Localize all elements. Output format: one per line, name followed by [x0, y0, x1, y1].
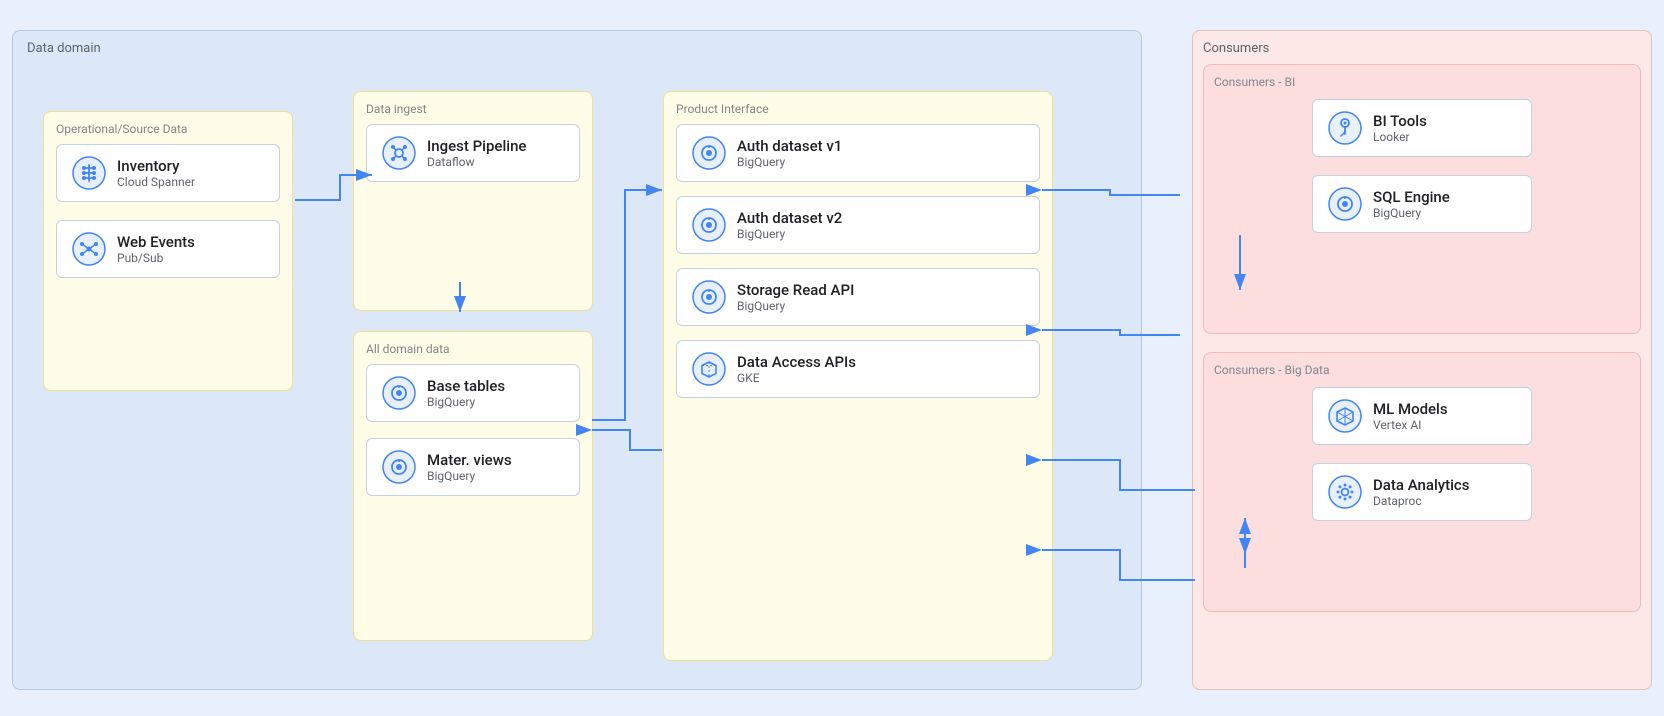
bi-tools-title: BI Tools [1373, 112, 1427, 130]
data-analytics-subtitle: Dataproc [1373, 494, 1469, 508]
consumers-outer-panel: Consumers Consumers - BI [1192, 30, 1652, 690]
data-analytics-title: Data Analytics [1373, 476, 1469, 494]
consumers-bi-panel: Consumers - BI [1203, 64, 1641, 334]
data-access-apis-subtitle: GKE [737, 371, 856, 385]
op-source-panel: Operational/Source Data [43, 111, 293, 391]
cloud-spanner-icon [71, 155, 107, 191]
ingest-pipeline-subtitle: Dataflow [427, 155, 526, 169]
pubsub-icon [71, 231, 107, 267]
web-events-node: Web Events Pub/Sub [56, 220, 280, 278]
storage-read-title: Storage Read API [737, 281, 854, 299]
auth-dataset-v1-node: Auth dataset v1 BigQuery [676, 124, 1040, 182]
bigdata-nodes-container: ML Models Vertex AI [1214, 387, 1630, 521]
mater-views-node: Mater. views BigQuery [366, 438, 580, 496]
web-events-title: Web Events [117, 233, 195, 251]
dataproc-icon [1327, 474, 1363, 510]
storage-read-subtitle: BigQuery [737, 299, 854, 313]
data-ingest-panel: Data ingest [353, 91, 593, 311]
auth-v1-title: Auth dataset v1 [737, 137, 842, 155]
consumers-bigdata-label: Consumers - Big Data [1214, 363, 1630, 377]
data-domain-label: Data domain [27, 41, 101, 56]
data-access-apis-title: Data Access APIs [737, 353, 856, 371]
looker-icon [1327, 110, 1363, 146]
consumers-label: Consumers [1203, 41, 1641, 56]
inventory-subtitle: Cloud Spanner [117, 175, 195, 189]
op-source-label: Operational/Source Data [56, 122, 280, 136]
all-domain-panel: All domain data Base tables BigQuery [353, 331, 593, 641]
auth-dataset-v2-node: Auth dataset v2 BigQuery [676, 196, 1040, 254]
base-tables-bigquery-icon [381, 375, 417, 411]
mater-views-subtitle: BigQuery [427, 469, 512, 483]
bi-nodes-container: BI Tools Looker SQL Engine BigQuery [1214, 99, 1630, 233]
dataflow-icon [381, 135, 417, 171]
ml-models-subtitle: Vertex AI [1373, 418, 1448, 432]
base-tables-node: Base tables BigQuery [366, 364, 580, 422]
consumers-bigdata-panel: Consumers - Big Data [1203, 352, 1641, 612]
storage-read-api-node: Storage Read API BigQuery [676, 268, 1040, 326]
mater-views-bigquery-icon [381, 449, 417, 485]
auth-v1-subtitle: BigQuery [737, 155, 842, 169]
sql-engine-bigquery-icon [1327, 186, 1363, 222]
product-interface-panel: Product Interface Auth dataset v1 BigQue… [663, 91, 1053, 661]
sql-engine-title: SQL Engine [1373, 188, 1450, 206]
sql-engine-node: SQL Engine BigQuery [1312, 175, 1532, 233]
auth-v2-subtitle: BigQuery [737, 227, 842, 241]
inventory-title: Inventory [117, 157, 195, 175]
vertex-ai-icon [1327, 398, 1363, 434]
auth-v1-bigquery-icon [691, 135, 727, 171]
bi-tools-node: BI Tools Looker [1312, 99, 1532, 157]
gke-icon [691, 351, 727, 387]
data-ingest-label: Data ingest [366, 102, 580, 116]
product-interface-label: Product Interface [676, 102, 1040, 116]
base-tables-title: Base tables [427, 377, 505, 395]
ingest-pipeline-title: Ingest Pipeline [427, 137, 526, 155]
data-domain-panel: Data domain Operational/Source Data [12, 30, 1142, 690]
data-analytics-node: Data Analytics Dataproc [1312, 463, 1532, 521]
auth-v2-bigquery-icon [691, 207, 727, 243]
ml-models-title: ML Models [1373, 400, 1448, 418]
ingest-pipeline-node: Ingest Pipeline Dataflow [366, 124, 580, 182]
sql-engine-subtitle: BigQuery [1373, 206, 1450, 220]
base-tables-subtitle: BigQuery [427, 395, 505, 409]
ml-models-node: ML Models Vertex AI [1312, 387, 1532, 445]
consumers-bi-label: Consumers - BI [1214, 75, 1630, 89]
storage-read-bigquery-icon [691, 279, 727, 315]
web-events-subtitle: Pub/Sub [117, 251, 195, 265]
bi-tools-subtitle: Looker [1373, 130, 1427, 144]
all-domain-label: All domain data [366, 342, 580, 356]
mater-views-title: Mater. views [427, 451, 512, 469]
diagram-root: Data domain Operational/Source Data [0, 0, 1664, 716]
data-access-apis-node: Data Access APIs GKE [676, 340, 1040, 398]
auth-v2-title: Auth dataset v2 [737, 209, 842, 227]
inventory-node: Inventory Cloud Spanner [56, 144, 280, 202]
